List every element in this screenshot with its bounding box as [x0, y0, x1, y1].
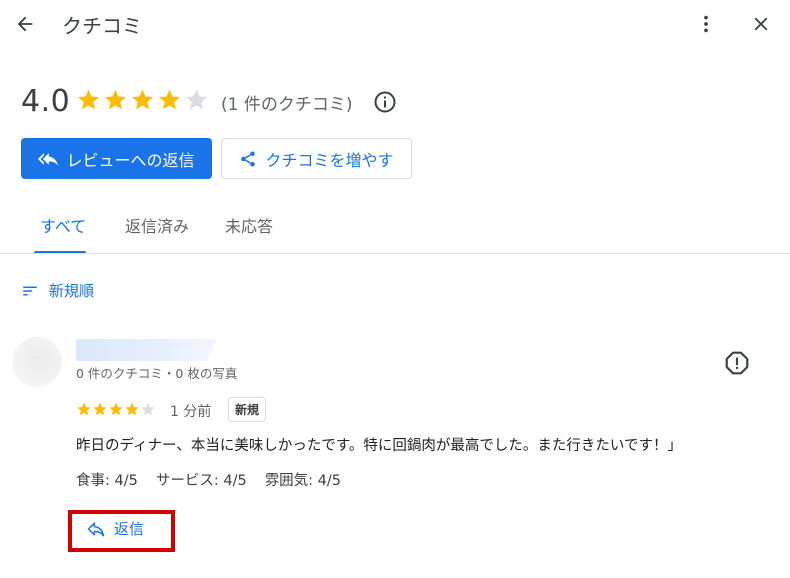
- back-button[interactable]: [10, 9, 40, 39]
- reply-to-reviews-button[interactable]: レビューへの返信: [21, 138, 212, 179]
- star-filled-icon: [159, 89, 180, 110]
- divider: [0, 253, 790, 254]
- star-filled-icon: [132, 89, 153, 110]
- page-title: クチコミ: [62, 14, 142, 38]
- share-icon: [241, 151, 256, 166]
- tab-replied[interactable]: 返信済み: [125, 213, 189, 237]
- close-icon: [754, 17, 768, 31]
- more-vert-icon: [704, 15, 708, 33]
- reviewer-name[interactable]: [76, 339, 218, 361]
- sort-label: 新規順: [49, 282, 95, 300]
- star-empty-icon: [186, 89, 207, 110]
- info-button[interactable]: [373, 90, 397, 114]
- review-count: (1 件のクチコミ): [221, 95, 353, 115]
- star-filled-icon: [78, 89, 99, 110]
- subrating-food: 食事: 4/5: [76, 473, 138, 489]
- report-button[interactable]: [724, 350, 750, 376]
- star-filled-icon: [105, 89, 126, 110]
- reply-icon: [87, 521, 105, 536]
- reviewer-meta: 0 件のクチコミ・0 枚の写真: [76, 366, 238, 381]
- review-time: 1 分前: [170, 404, 212, 420]
- rating-score: 4.0: [21, 84, 71, 119]
- star-filled-icon: [93, 402, 107, 416]
- report-icon: [725, 351, 749, 375]
- info-icon: [374, 91, 396, 113]
- arrow-back-icon: [17, 16, 33, 32]
- subrating-atmosphere: 雰囲気: 4/5: [264, 473, 342, 489]
- reply-label: 返信: [114, 520, 145, 538]
- reply-to-reviews-label: レビューへの返信: [66, 150, 195, 170]
- reply-button[interactable]: 返信: [76, 516, 158, 541]
- sort-icon: [23, 286, 37, 295]
- tab-unanswered[interactable]: 未応答: [225, 213, 273, 237]
- subrating-service: サービス: 4/5: [155, 473, 247, 489]
- new-badge: 新規: [228, 397, 267, 422]
- sort-button[interactable]: 新規順: [21, 280, 94, 301]
- more-options-button[interactable]: [693, 9, 719, 39]
- rating-stars: [76, 87, 209, 112]
- review-text: 昨日のディナー、本当に美味しかったです。特に回鍋肉が最高でした。また行きたいです…: [76, 438, 682, 454]
- star-filled-icon: [77, 402, 91, 416]
- star-filled-icon: [109, 402, 123, 416]
- review-stars: [76, 401, 156, 417]
- get-more-reviews-button[interactable]: クチコミを増やす: [221, 138, 412, 179]
- star-empty-icon: [141, 402, 155, 416]
- close-button[interactable]: [746, 9, 776, 39]
- star-filled-icon: [125, 402, 139, 416]
- reply-all-icon: [38, 152, 59, 166]
- get-more-reviews-label: クチコミを増やす: [265, 150, 394, 170]
- avatar: [12, 337, 62, 387]
- tab-all[interactable]: すべて: [40, 213, 86, 237]
- subratings: 食事: 4/5 サービス: 4/5 雰囲気: 4/5: [76, 469, 341, 490]
